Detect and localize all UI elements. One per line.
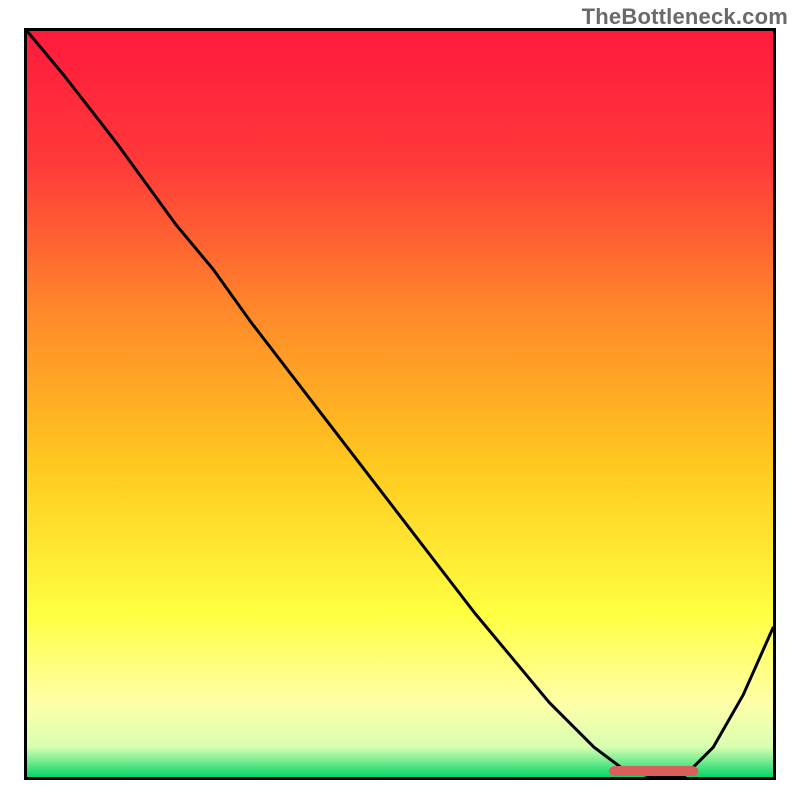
page-root: TheBottleneck.com <box>0 0 800 800</box>
optimal-marker <box>609 766 699 776</box>
chart-frame <box>24 28 776 780</box>
watermark-text: TheBottleneck.com <box>582 4 788 30</box>
chart-svg <box>27 31 773 777</box>
gradient-background <box>27 31 773 777</box>
